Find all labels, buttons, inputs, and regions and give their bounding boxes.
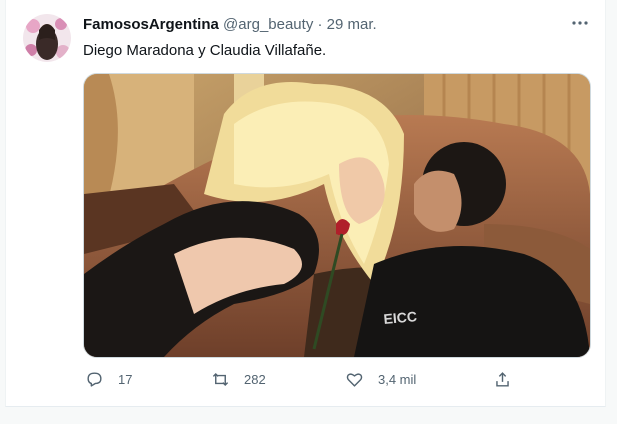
tweet-actions: 17 282 3,4 mil: [83, 366, 523, 392]
avatar[interactable]: [23, 14, 71, 62]
tweet-photo[interactable]: EICC: [83, 73, 591, 358]
svg-text:EICC: EICC: [383, 308, 418, 327]
share-button[interactable]: [493, 366, 526, 392]
tweet-header: FamososArgentina @arg_beauty · 29 mar.: [83, 16, 595, 36]
separator-dot: ·: [317, 16, 323, 33]
like-button[interactable]: 3,4 mil: [345, 366, 416, 392]
retweet-count: 282: [244, 371, 266, 387]
tweet-text: Diego Maradona y Claudia Villafañe.: [83, 42, 327, 59]
retweet-button[interactable]: 282: [211, 366, 266, 392]
retweet-icon: [212, 372, 229, 386]
reply-icon: [87, 371, 102, 387]
author-handle[interactable]: @arg_beauty: [223, 16, 313, 33]
tweet-card[interactable]: FamososArgentina @arg_beauty · 29 mar. D…: [5, 0, 606, 407]
reply-count: 17: [118, 371, 133, 387]
reply-button[interactable]: 17: [85, 366, 132, 392]
like-icon: [346, 372, 363, 387]
tweet-date[interactable]: 29 mar.: [327, 16, 377, 33]
author-name[interactable]: FamososArgentina: [83, 16, 219, 33]
share-icon: [496, 371, 509, 387]
like-count: 3,4 mil: [378, 371, 417, 387]
more-icon[interactable]: [569, 12, 591, 34]
